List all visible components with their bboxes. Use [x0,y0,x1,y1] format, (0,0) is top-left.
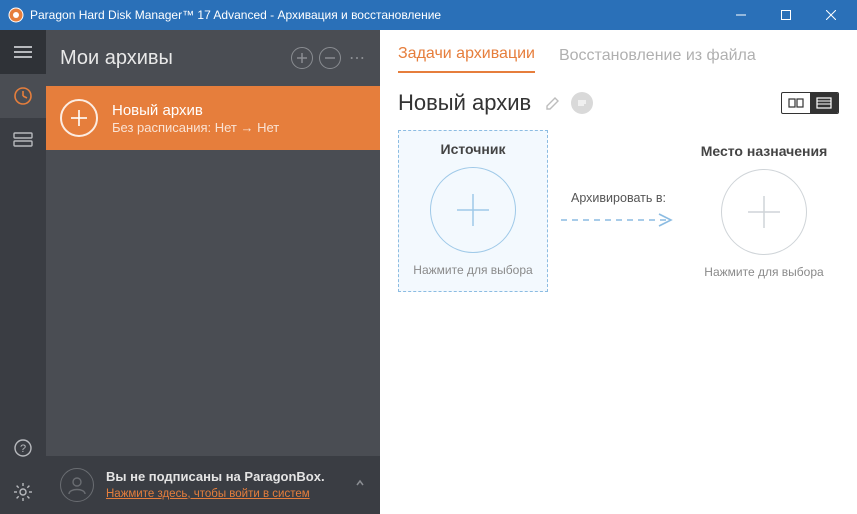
archive-schedule: Без расписания: Нет → Нет [112,120,279,135]
settings-button[interactable] [0,470,46,514]
plus-icon [60,99,98,137]
add-archive-button[interactable] [291,47,313,69]
archives-panel: Мои архивы ⋯ Новый архив Без расписания:… [46,30,380,514]
arrow-block: Архивировать в: [552,191,685,232]
tab-backup-tasks[interactable]: Задачи архивации [398,45,535,73]
edit-name-button[interactable] [545,95,561,111]
menu-button[interactable] [0,30,46,74]
maximize-button[interactable] [763,0,808,30]
close-button[interactable] [808,0,853,30]
comment-button[interactable] [571,92,593,114]
titlebar: Paragon Hard Disk Manager™ 17 Advanced -… [0,0,857,30]
arrow-icon [559,213,679,227]
select-destination-button[interactable] [721,169,807,255]
source-hint: Нажмите для выбора [405,263,541,277]
nav-backup[interactable] [0,74,46,118]
expand-footer-button[interactable] [354,476,366,494]
avatar-icon [60,468,94,502]
content-title: Новый архив [398,90,531,116]
help-button[interactable]: ? [0,426,46,470]
destination-card: Место назначения Нажмите для выбора [689,143,839,279]
tab-restore[interactable]: Восстановление из файла [559,47,756,73]
left-rail: ? [0,30,46,514]
nav-disks[interactable] [0,118,46,162]
minimize-button[interactable] [718,0,763,30]
tabs: Задачи архивации Восстановление из файла [380,30,857,74]
content-panel: Задачи архивации Восстановление из файла… [380,30,857,514]
archive-name: Новый архив [112,102,279,119]
svg-text:?: ? [20,443,26,455]
arrow-label: Архивировать в: [552,191,685,205]
destination-hint: Нажмите для выбора [689,265,839,279]
login-link[interactable]: Нажмите здесь, чтобы войти в систем [106,488,310,500]
account-footer: Вы не подписаны на ParagonBox. Нажмите з… [46,456,380,514]
destination-label: Место назначения [689,143,839,159]
remove-archive-button[interactable] [319,47,341,69]
archive-item[interactable]: Новый архив Без расписания: Нет → Нет [46,86,380,150]
source-card: Источник Нажмите для выбора [398,130,548,292]
source-label: Источник [405,141,541,157]
account-status: Вы не подписаны на ParagonBox. [106,469,325,484]
archives-heading: Мои архивы [60,47,285,70]
view-cards-button[interactable] [782,93,810,113]
app-icon [8,7,24,23]
view-toggle [781,92,839,114]
view-list-button[interactable] [810,93,838,113]
window-title: Paragon Hard Disk Manager™ 17 Advanced -… [30,8,718,22]
more-menu-button[interactable]: ⋯ [349,48,366,68]
select-source-button[interactable] [430,167,516,253]
